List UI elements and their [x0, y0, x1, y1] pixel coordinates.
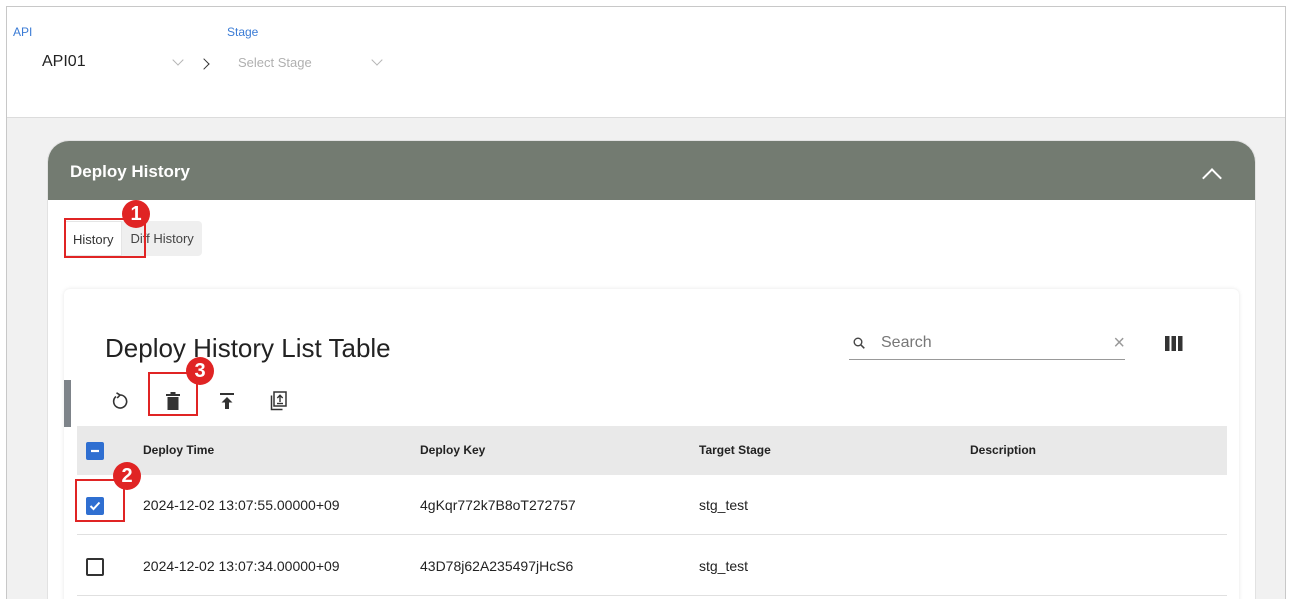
stage-label: Stage	[227, 25, 259, 39]
refresh-icon	[112, 392, 128, 409]
toolbar-indicator	[64, 380, 71, 427]
chevron-up-icon[interactable]	[1202, 168, 1222, 188]
chevron-right-icon	[198, 58, 210, 70]
cell-deploy-time: 2024-12-02 13:07:55.00000+09	[143, 497, 340, 513]
cell-deploy-key: 43D78j62A235497jHcS6	[420, 558, 574, 574]
deploy-upload-icon	[220, 393, 234, 409]
export-icon	[270, 391, 287, 411]
search-input[interactable]	[881, 333, 1081, 353]
column-header-deploy-time[interactable]: Deploy Time	[143, 443, 214, 457]
cell-target-stage: stg_test	[699, 497, 749, 513]
search-box: ×	[849, 327, 1125, 360]
chevron-down-icon	[172, 54, 184, 66]
chevron-down-icon	[371, 54, 383, 66]
stage-select[interactable]: Select Stage	[233, 51, 383, 77]
column-header-deploy-key[interactable]: Deploy Key	[420, 443, 485, 457]
api-label: API	[13, 25, 33, 39]
api-select[interactable]: API01	[37, 47, 187, 75]
export-button[interactable]	[266, 388, 292, 414]
api-select-value: API01	[42, 53, 86, 70]
deploy-upload-button[interactable]	[214, 388, 240, 414]
search-icon	[853, 337, 865, 349]
table-header: Deploy Time Deploy Key Target Stage Desc…	[77, 426, 1227, 475]
columns-icon[interactable]	[1165, 336, 1183, 351]
refresh-button[interactable]	[107, 388, 133, 414]
stage-select-placeholder: Select Stage	[238, 55, 312, 70]
deploy-history-table-card: Deploy History List Table ×	[64, 289, 1239, 599]
column-header-target-stage[interactable]: Target Stage	[699, 443, 771, 457]
annotation-badge-1: 1	[122, 200, 150, 228]
row-checkbox[interactable]	[86, 558, 104, 576]
table-row[interactable]: 2024-12-02 13:07:55.00000+09 4gKqr772k7B…	[77, 475, 1227, 535]
selector-bar: API API01 Stage Select Stage	[7, 7, 1285, 118]
panel-title: Deploy History	[70, 162, 190, 181]
column-header-description[interactable]: Description	[970, 443, 1036, 457]
clear-icon[interactable]: ×	[1113, 333, 1125, 353]
table-row[interactable]: 2024-12-02 13:07:34.00000+09 43D78j62A23…	[77, 536, 1227, 596]
select-all-checkbox[interactable]	[86, 442, 104, 460]
annotation-badge-3: 3	[186, 357, 214, 385]
minus-icon	[91, 449, 99, 453]
annotation-badge-2: 2	[113, 462, 141, 490]
cell-deploy-key: 4gKqr772k7B8oT272757	[420, 497, 576, 513]
table-title: Deploy History List Table	[105, 333, 391, 363]
cell-target-stage: stg_test	[699, 558, 749, 574]
deploy-history-panel: Deploy History History Diff History Depl…	[47, 140, 1256, 599]
panel-header: Deploy History	[48, 141, 1255, 200]
app-frame: API API01 Stage Select Stage Deploy Hist…	[6, 6, 1286, 599]
cell-deploy-time: 2024-12-02 13:07:34.00000+09	[143, 558, 340, 574]
